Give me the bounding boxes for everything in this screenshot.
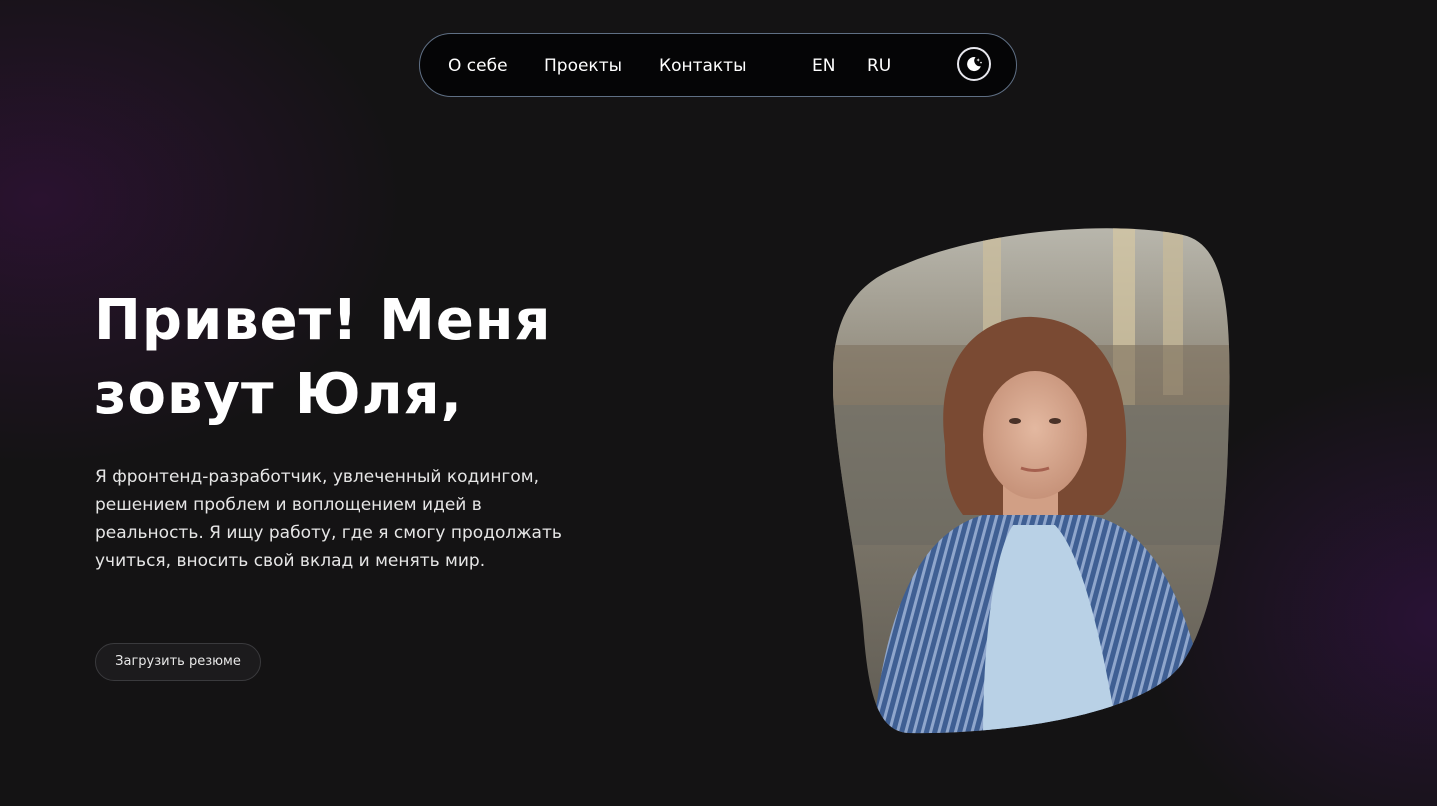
hero-title-line-2: зовут Юля, [94,362,463,427]
moon-stars-icon [967,57,982,72]
nav-link-contacts[interactable]: Контакты [659,34,747,98]
theme-toggle-button[interactable] [957,47,991,81]
page: О себе Проекты Контакты EN RU Привет! Ме… [0,0,1437,806]
lang-ru-button[interactable]: RU [867,34,891,98]
hero-title-line-1: Привет! Меня [94,288,552,353]
hero-title: Привет! Меня зовут Юля, [94,284,614,432]
profile-photo [833,228,1230,734]
lang-en-button[interactable]: EN [812,34,835,98]
download-resume-button[interactable]: Загрузить резюме [95,643,261,681]
nav-link-projects[interactable]: Проекты [544,34,622,98]
nav-link-about[interactable]: О себе [448,34,508,98]
top-nav: О себе Проекты Контакты EN RU [419,33,1017,97]
hero-description: Я фронтенд-разработчик, увлеченный кодин… [95,467,562,571]
